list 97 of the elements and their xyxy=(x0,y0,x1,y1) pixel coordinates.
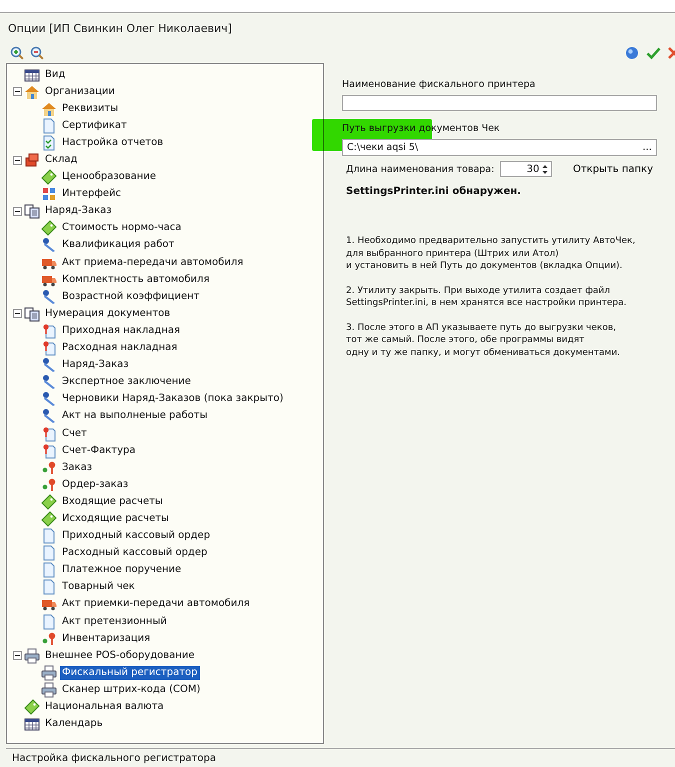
tree-item[interactable]: Сертификат xyxy=(60,118,129,133)
tree-item[interactable]: Приходный кассовый ордер xyxy=(60,529,212,544)
instruction-text: 1. Необходимо предварительно запустить утилиту АвтоЧек, для выбранного принтера (Штрих или Атол) и установить в ней Путь до документов (вкладка Опции). xyxy=(346,235,636,272)
tree-item[interactable]: Расходная накладная xyxy=(60,341,180,356)
tree-item[interactable]: Квалификация работ xyxy=(60,238,176,252)
tree-item[interactable]: Товарный чек xyxy=(60,580,137,594)
tree-item[interactable]: Склад xyxy=(43,153,80,168)
number-spinner[interactable]: 30 xyxy=(500,161,552,177)
document-icon xyxy=(41,442,57,459)
tree-item[interactable]: Исходящие расчеты xyxy=(60,512,171,526)
document-icon xyxy=(41,528,57,544)
pin-icon xyxy=(41,460,57,476)
input-field[interactable]: C:\чеки aqsi 5\ ... xyxy=(342,139,657,156)
tree-item[interactable]: Вид xyxy=(43,68,68,82)
tree-item[interactable]: Акт приемки-передачи автомобиля xyxy=(60,597,252,612)
zoom-in-icon[interactable] xyxy=(10,46,24,60)
checkmark-icon[interactable] xyxy=(646,46,661,60)
tool-icon xyxy=(41,357,57,374)
checklist-icon xyxy=(41,134,57,151)
tag-icon xyxy=(41,220,57,236)
input-field[interactable] xyxy=(342,95,657,111)
tag-icon xyxy=(41,494,57,510)
tree-item[interactable]: Расходный кассовый ордер xyxy=(60,546,210,560)
document-icon xyxy=(41,118,57,134)
tree-item[interactable]: Реквизиты xyxy=(60,102,120,116)
window-title: Опции [ИП Свинкин Олег Николаевич] xyxy=(8,22,232,34)
tree-item[interactable]: Счет-Фактура xyxy=(60,444,138,458)
tree-item[interactable]: Черновики Наряд-Заказов (пока закрыто) xyxy=(60,392,286,406)
document-icon xyxy=(41,579,57,596)
box-icon xyxy=(24,152,40,168)
tree-item[interactable]: Настройка отчетов xyxy=(60,136,166,150)
open-folder-button[interactable]: Открыть папку xyxy=(568,164,657,174)
tree-item[interactable]: Ценообразование xyxy=(60,170,158,184)
document-icon xyxy=(41,322,57,339)
collapse-icon[interactable] xyxy=(13,156,22,165)
tree-item[interactable]: Наряд-Заказ xyxy=(60,358,131,372)
tree-item[interactable]: Календарь xyxy=(43,717,105,732)
status-message: SettingsPrinter.ini обнаружен. xyxy=(346,186,522,197)
collapse-icon[interactable] xyxy=(13,206,22,216)
house-icon xyxy=(41,100,57,117)
status-text: Настройка фискального регистратора xyxy=(12,752,216,764)
close-icon[interactable] xyxy=(668,46,675,60)
tree-item[interactable]: Возрастной коэффициент xyxy=(60,290,202,304)
tree-item[interactable]: Ордер-заказ xyxy=(60,478,130,492)
tree-item[interactable]: Сканер штрих-кода (COM) xyxy=(60,682,202,697)
tree-item[interactable]: Комплектность автомобиля xyxy=(60,272,212,287)
tree-item[interactable]: Организации xyxy=(43,84,117,99)
documents-icon xyxy=(24,203,40,220)
pin-icon xyxy=(41,630,57,647)
collapse-icon[interactable] xyxy=(13,651,22,660)
tag-icon xyxy=(41,510,57,527)
document-icon xyxy=(41,426,57,442)
tree-item[interactable]: Национальная валюта xyxy=(43,700,166,714)
tree-item[interactable]: Приходная накладная xyxy=(60,324,182,338)
document-icon xyxy=(41,545,57,562)
tree-item[interactable]: Нумерация документов xyxy=(43,306,172,321)
documents-icon xyxy=(24,306,40,322)
printer-icon xyxy=(24,648,40,664)
table-icon xyxy=(24,66,40,83)
tool-icon xyxy=(41,237,57,254)
field-label: Наименование фискального принтера xyxy=(342,79,536,90)
tree-item[interactable]: Платежное поручение xyxy=(60,563,184,578)
blocks-icon xyxy=(41,186,57,202)
tree-item[interactable]: Счет xyxy=(60,426,89,441)
tag-icon xyxy=(41,169,57,186)
zoom-out-icon[interactable] xyxy=(30,46,44,60)
tree-item[interactable]: Интерфейс xyxy=(60,187,124,202)
tree-item[interactable]: Акт на выполненые работы xyxy=(60,409,210,424)
document-icon xyxy=(41,562,57,578)
tree-item[interactable]: Инвентаризация xyxy=(60,632,152,646)
tool-icon xyxy=(41,408,57,424)
tree-item[interactable]: Акт приема-передачи автомобиля xyxy=(60,256,246,270)
collapse-icon[interactable] xyxy=(13,87,22,96)
help-icon[interactable] xyxy=(625,46,639,60)
instruction-text: 2. Утилиту закрыть. При выходе утилита создает файл SettingsPrinter.ini, в нем хранятся все настройки принтера. xyxy=(346,284,628,310)
tree-item[interactable]: Стоимость нормо-часа xyxy=(60,221,184,236)
tree-item[interactable]: Экспертное заключение xyxy=(60,375,193,390)
tool-icon xyxy=(41,391,57,408)
tool-icon xyxy=(41,288,57,305)
tree-item[interactable]: Входящие расчеты xyxy=(60,494,165,509)
table-icon xyxy=(24,716,40,732)
field-label: Длина наименования товара: xyxy=(346,164,494,174)
tree-item[interactable]: Акт претензионный xyxy=(60,614,169,629)
tree-item[interactable]: Фискальный регистратор xyxy=(60,666,200,680)
tree-item[interactable]: Внешнее POS-оборудование xyxy=(43,648,196,663)
tag-icon xyxy=(24,699,40,716)
pin-icon xyxy=(41,476,57,493)
printer-icon xyxy=(41,664,57,681)
document-icon xyxy=(41,614,57,630)
printer-icon xyxy=(41,682,57,698)
tree-item[interactable]: Наряд-Заказ xyxy=(43,204,114,218)
document-icon xyxy=(41,340,57,356)
tree-item[interactable]: Заказ xyxy=(60,460,94,475)
collapse-icon[interactable] xyxy=(13,309,22,318)
house-icon xyxy=(24,84,40,100)
instruction-text: 3. После этого в АП указываете путь до выгрузки чеков, тот же самый. После этого, обе программы видят одну и ту же папку, и могут обмениваться документами. xyxy=(346,322,622,359)
tool-icon xyxy=(41,374,57,390)
